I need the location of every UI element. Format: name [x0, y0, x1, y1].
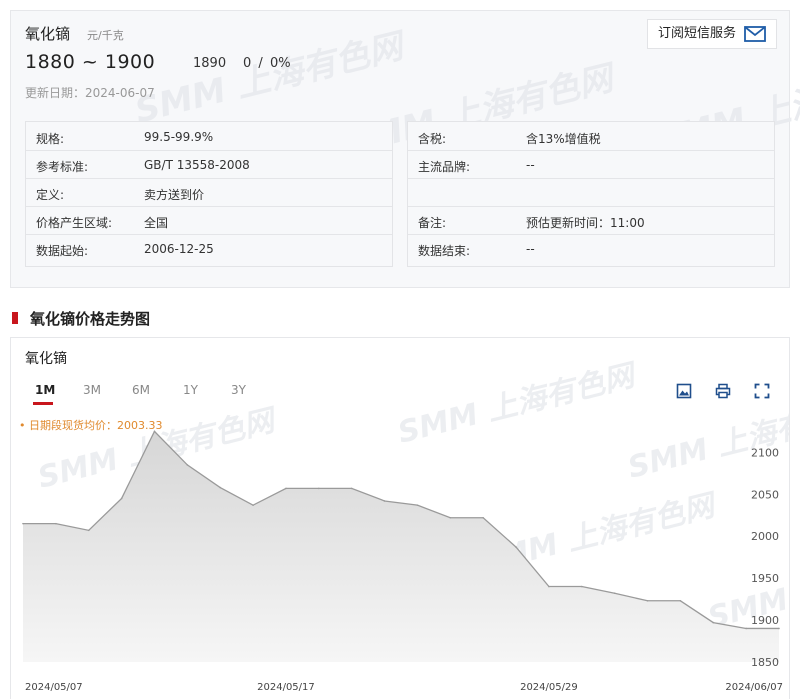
- change-value: 0: [243, 56, 252, 71]
- spec-key: 参考标准:: [36, 160, 89, 174]
- x-tick-label: 2024/05/07: [25, 682, 83, 693]
- data-point[interactable]: [580, 585, 583, 588]
- data-point[interactable]: [22, 522, 24, 525]
- y-tick-label: 1850: [751, 656, 779, 669]
- spec-key: 规格:: [36, 132, 65, 146]
- x-tick-label: 2024/05/29: [520, 682, 578, 693]
- price-unit: 元/千克: [87, 29, 124, 42]
- price-header-card: SMM 上海有色网 SMM 上海有色网 SMM 上海有色网 氧化镝 元/千克 1…: [10, 10, 800, 288]
- data-point[interactable]: [55, 522, 57, 525]
- data-point[interactable]: [416, 504, 419, 506]
- data-point[interactable]: [745, 627, 747, 630]
- spec-table-left: 规格: 99.5-99.9% 参考标准: GB/T 13558-2008 定义: 卖方送到…: [25, 121, 393, 267]
- mail-icon: [744, 26, 766, 42]
- spec-value: 2006-12-25: [144, 242, 214, 256]
- update-value: 2024-06-07: [85, 86, 155, 100]
- data-point[interactable]: [252, 504, 254, 506]
- spec-value: 含13%增值税: [526, 132, 601, 146]
- y-tick-label: 1900: [751, 614, 779, 627]
- change-percent: 0%: [269, 56, 291, 71]
- data-point[interactable]: [186, 464, 189, 466]
- spec-row: 数据起始: 2006-12-25: [26, 235, 392, 263]
- data-point[interactable]: [778, 627, 780, 630]
- spec-row: [408, 179, 774, 207]
- spec-row: 主流品牌: --: [408, 151, 774, 179]
- y-tick-label: 2100: [751, 446, 779, 459]
- data-point[interactable]: [482, 516, 484, 519]
- spec-key: 价格产生区域:: [36, 216, 113, 230]
- section-marker: [12, 312, 18, 324]
- y-tick-label: 1950: [751, 572, 779, 585]
- spec-value: GB/T 13558-2008: [144, 158, 250, 172]
- data-point[interactable]: [712, 621, 715, 624]
- spec-row: 规格: 99.5-99.9%: [26, 123, 392, 151]
- spec-value: --: [526, 242, 535, 256]
- data-point[interactable]: [383, 500, 386, 502]
- change-separator: /: [258, 56, 263, 71]
- spec-value: --: [526, 158, 535, 172]
- data-point[interactable]: [285, 487, 287, 490]
- spec-key: 含税:: [418, 132, 447, 146]
- x-tick-label: 2024/05/17: [257, 682, 315, 693]
- watermark: SMM 上海有色网: [131, 26, 407, 132]
- spec-key: 数据起始:: [36, 244, 89, 258]
- product-name: 氧化镝: [25, 25, 71, 43]
- spec-key: 主流品牌:: [418, 160, 471, 174]
- section-title: 氧化镝价格走势图: [30, 310, 151, 328]
- spec-value: 全国: [144, 216, 169, 230]
- update-label: 更新日期：: [25, 86, 86, 100]
- spec-row: 备注: 预估更新时间：11:00: [408, 207, 774, 235]
- subscribe-label: 订阅短信服务: [657, 26, 736, 41]
- price-trend-chart: SMM 上海有色网SMM 上海有色网SMM 上海有色网SMM 上海有色网SMM …: [22, 357, 789, 693]
- data-point[interactable]: [350, 487, 353, 490]
- data-point[interactable]: [613, 592, 616, 595]
- data-point[interactable]: [219, 486, 222, 489]
- data-point[interactable]: [153, 430, 156, 433]
- data-point[interactable]: [87, 529, 90, 532]
- spec-key: 备注:: [418, 216, 447, 230]
- spec-key: 数据结束:: [418, 244, 471, 258]
- chart-watermark: SMM 上海有色网: [624, 392, 789, 485]
- data-point[interactable]: [548, 585, 550, 588]
- subscribe-sms-button[interactable]: 订阅短信服务: [646, 19, 777, 49]
- data-point[interactable]: [449, 516, 452, 519]
- y-tick-label: 2050: [751, 488, 779, 501]
- chart-watermark: SMM 上海有色网: [394, 357, 641, 450]
- spec-value: 99.5-99.9%: [144, 130, 214, 144]
- data-point[interactable]: [120, 497, 123, 500]
- spec-row: 定义: 卖方送到价: [26, 179, 392, 207]
- data-point[interactable]: [679, 599, 682, 602]
- y-tick-label: 2000: [751, 530, 779, 543]
- data-point[interactable]: [646, 599, 649, 602]
- spec-key: 定义:: [36, 188, 65, 202]
- price-average: 1890: [193, 56, 227, 71]
- spec-table-right: 含税: 含13%增值税主流品牌: -- 备注: 预估更新时间：11:00 数据结束: --: [407, 121, 775, 267]
- price-chart-card: 氧化镝 1M 3M 6M 1Y 3Y • 日期段现货均价：2003.33 SMM…: [10, 337, 790, 699]
- spec-value: 卖方送到价: [144, 188, 205, 202]
- spec-row: 数据结束: --: [408, 235, 774, 263]
- spec-row: 价格产生区域: 全国: [26, 207, 392, 235]
- x-tick-label: 2024/06/07: [725, 682, 783, 693]
- spec-value: 预估更新时间：11:00: [526, 216, 645, 230]
- data-point[interactable]: [515, 546, 517, 548]
- spec-row: 参考标准: GB/T 13558-2008: [26, 151, 392, 179]
- spec-row: 含税: 含13%增值税: [408, 123, 774, 151]
- price-range: 1880 ~ 1900: [25, 51, 156, 73]
- update-date: 更新日期：2024-06-07: [25, 84, 155, 101]
- price-change: 0 / 0%: [243, 56, 291, 71]
- data-point[interactable]: [318, 487, 320, 490]
